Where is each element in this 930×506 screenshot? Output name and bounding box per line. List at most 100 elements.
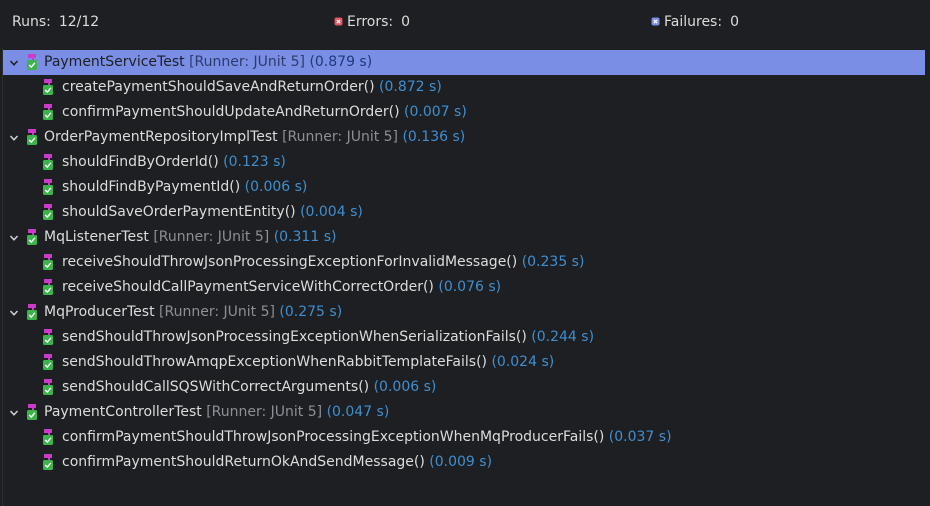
test-case-passed-icon	[43, 79, 53, 95]
test-label: shouldFindByOrderId() (0.123 s)	[62, 150, 286, 175]
chevron-down-icon[interactable]	[9, 133, 19, 143]
test-suite-passed-icon	[27, 229, 37, 245]
tree-row-test[interactable]: sendShouldThrowAmqpExceptionWhenRabbitTe…	[3, 350, 925, 375]
failures-label: Failures:	[664, 14, 723, 30]
test-case-passed-icon	[43, 454, 53, 470]
test-name: receiveShouldThrowJsonProcessingExceptio…	[62, 254, 518, 270]
test-label: shouldFindByPaymentId() (0.006 s)	[62, 175, 307, 200]
test-name: shouldFindByPaymentId()	[62, 179, 241, 195]
test-name: confirmPaymentShouldUpdateAndReturnOrder…	[62, 104, 400, 120]
failures-value: 0	[730, 14, 739, 30]
test-label: sendShouldCallSQSWithCorrectArguments() …	[62, 375, 436, 400]
test-case-passed-icon	[43, 254, 53, 270]
suite-name: MqListenerTest	[44, 229, 149, 245]
suite-time: (0.275 s)	[279, 304, 343, 320]
test-case-passed-icon	[43, 154, 53, 170]
test-suite-passed-icon	[27, 404, 37, 420]
test-case-passed-icon	[43, 104, 53, 120]
test-name: shouldFindByOrderId()	[62, 154, 219, 170]
test-label: shouldSaveOrderPaymentEntity() (0.004 s)	[62, 200, 363, 225]
test-label: sendShouldThrowJsonProcessingExceptionWh…	[62, 325, 594, 350]
tree-row-test[interactable]: receiveShouldThrowJsonProcessingExceptio…	[3, 250, 925, 275]
test-case-passed-icon	[43, 379, 53, 395]
suite-runner: [Runner: JUnit 5]	[189, 54, 305, 70]
runs-label: Runs:	[12, 14, 51, 30]
test-suite-passed-icon	[27, 129, 37, 145]
test-time: (0.872 s)	[379, 79, 442, 95]
test-results-tree[interactable]: PaymentServiceTest [Runner: JUnit 5] (0.…	[2, 48, 929, 506]
chevron-down-icon[interactable]	[9, 233, 19, 243]
test-suite-passed-icon	[27, 304, 37, 320]
error-icon	[334, 17, 343, 26]
tree-row-test[interactable]: confirmPaymentShouldReturnOkAndSendMessa…	[3, 450, 925, 475]
suite-runner: [Runner: JUnit 5]	[153, 229, 270, 245]
test-time: (0.006 s)	[373, 379, 437, 395]
tree-row-test[interactable]: confirmPaymentShouldThrowJsonProcessingE…	[3, 425, 925, 450]
test-name: sendShouldCallSQSWithCorrectArguments()	[62, 379, 370, 395]
tree-row-suite[interactable]: OrderPaymentRepositoryImplTest [Runner: …	[3, 125, 925, 150]
test-case-passed-icon	[43, 429, 53, 445]
test-label: sendShouldThrowAmqpExceptionWhenRabbitTe…	[62, 350, 554, 375]
test-name: confirmPaymentShouldThrowJsonProcessingE…	[62, 429, 605, 445]
tree-row-test[interactable]: shouldFindByOrderId() (0.123 s)	[3, 150, 925, 175]
errors-label: Errors:	[347, 14, 394, 30]
test-suite-passed-icon	[27, 54, 37, 70]
test-case-passed-icon	[43, 179, 53, 195]
test-time: (0.006 s)	[244, 179, 308, 195]
test-name: confirmPaymentShouldReturnOkAndSendMessa…	[62, 454, 425, 470]
suite-label: MqProducerTest [Runner: JUnit 5] (0.275 …	[44, 300, 342, 325]
tree-row-test[interactable]: shouldFindByPaymentId() (0.006 s)	[3, 175, 925, 200]
runs-counter: Runs: 12/12	[12, 12, 99, 32]
test-name: sendShouldThrowJsonProcessingExceptionWh…	[62, 329, 527, 345]
test-label: confirmPaymentShouldUpdateAndReturnOrder…	[62, 100, 467, 125]
chevron-down-icon[interactable]	[9, 58, 19, 68]
suite-name: PaymentControllerTest	[44, 404, 202, 420]
tree-row-test[interactable]: sendShouldThrowJsonProcessingExceptionWh…	[3, 325, 925, 350]
suite-label: PaymentControllerTest [Runner: JUnit 5] …	[44, 400, 389, 425]
test-time: (0.024 s)	[491, 354, 555, 370]
failures-counter: Failures: 0	[651, 12, 739, 32]
suite-time: (0.136 s)	[402, 129, 466, 145]
tree-row-suite[interactable]: PaymentServiceTest [Runner: JUnit 5] (0.…	[3, 50, 925, 75]
test-name: shouldSaveOrderPaymentEntity()	[62, 204, 296, 220]
runs-value: 12/12	[58, 14, 100, 30]
tree-row-suite[interactable]: MqListenerTest [Runner: JUnit 5] (0.311 …	[3, 225, 925, 250]
suite-time: (0.047 s)	[326, 404, 390, 420]
test-name: createPaymentShouldSaveAndReturnOrder()	[62, 79, 375, 95]
tree-row-test[interactable]: createPaymentShouldSaveAndReturnOrder() …	[3, 75, 925, 100]
tree-row-suite[interactable]: MqProducerTest [Runner: JUnit 5] (0.275 …	[3, 300, 925, 325]
suite-time: (0.311 s)	[273, 229, 337, 245]
tree-row-test[interactable]: sendShouldCallSQSWithCorrectArguments() …	[3, 375, 925, 400]
test-case-passed-icon	[43, 279, 53, 295]
tree-row-test[interactable]: receiveShouldCallPaymentServiceWithCorre…	[3, 275, 925, 300]
chevron-down-icon[interactable]	[9, 408, 19, 418]
test-time: (0.037 s)	[608, 429, 672, 445]
test-run-summary: Runs: 12/12 Errors: 0 Failures: 0	[0, 0, 930, 44]
test-label: confirmPaymentShouldReturnOkAndSendMessa…	[62, 450, 492, 475]
tree-row-test[interactable]: shouldSaveOrderPaymentEntity() (0.004 s)	[3, 200, 925, 225]
failure-icon	[651, 17, 660, 26]
suite-runner: [Runner: JUnit 5]	[282, 129, 399, 145]
tree-row-suite[interactable]: PaymentControllerTest [Runner: JUnit 5] …	[3, 400, 925, 425]
test-time: (0.004 s)	[300, 204, 363, 220]
errors-counter: Errors: 0	[334, 12, 410, 32]
suite-name: MqProducerTest	[44, 304, 155, 320]
suite-label: MqListenerTest [Runner: JUnit 5] (0.311 …	[44, 225, 336, 250]
test-time: (0.009 s)	[429, 454, 493, 470]
test-time: (0.076 s)	[438, 279, 502, 295]
chevron-down-icon[interactable]	[9, 308, 19, 318]
suite-time: (0.879 s)	[309, 54, 373, 70]
test-label: confirmPaymentShouldThrowJsonProcessingE…	[62, 425, 672, 450]
tree-row-test[interactable]: confirmPaymentShouldUpdateAndReturnOrder…	[3, 100, 925, 125]
test-label: createPaymentShouldSaveAndReturnOrder() …	[62, 75, 442, 100]
test-label: receiveShouldCallPaymentServiceWithCorre…	[62, 275, 501, 300]
test-label: receiveShouldThrowJsonProcessingExceptio…	[62, 250, 584, 275]
suite-name: PaymentServiceTest	[44, 54, 185, 70]
errors-value: 0	[401, 14, 411, 30]
test-case-passed-icon	[43, 329, 53, 345]
test-case-passed-icon	[43, 204, 53, 220]
suite-label: PaymentServiceTest [Runner: JUnit 5] (0.…	[44, 50, 372, 75]
test-time: (0.235 s)	[521, 254, 585, 270]
test-case-passed-icon	[43, 354, 53, 370]
test-name: sendShouldThrowAmqpExceptionWhenRabbitTe…	[62, 354, 487, 370]
